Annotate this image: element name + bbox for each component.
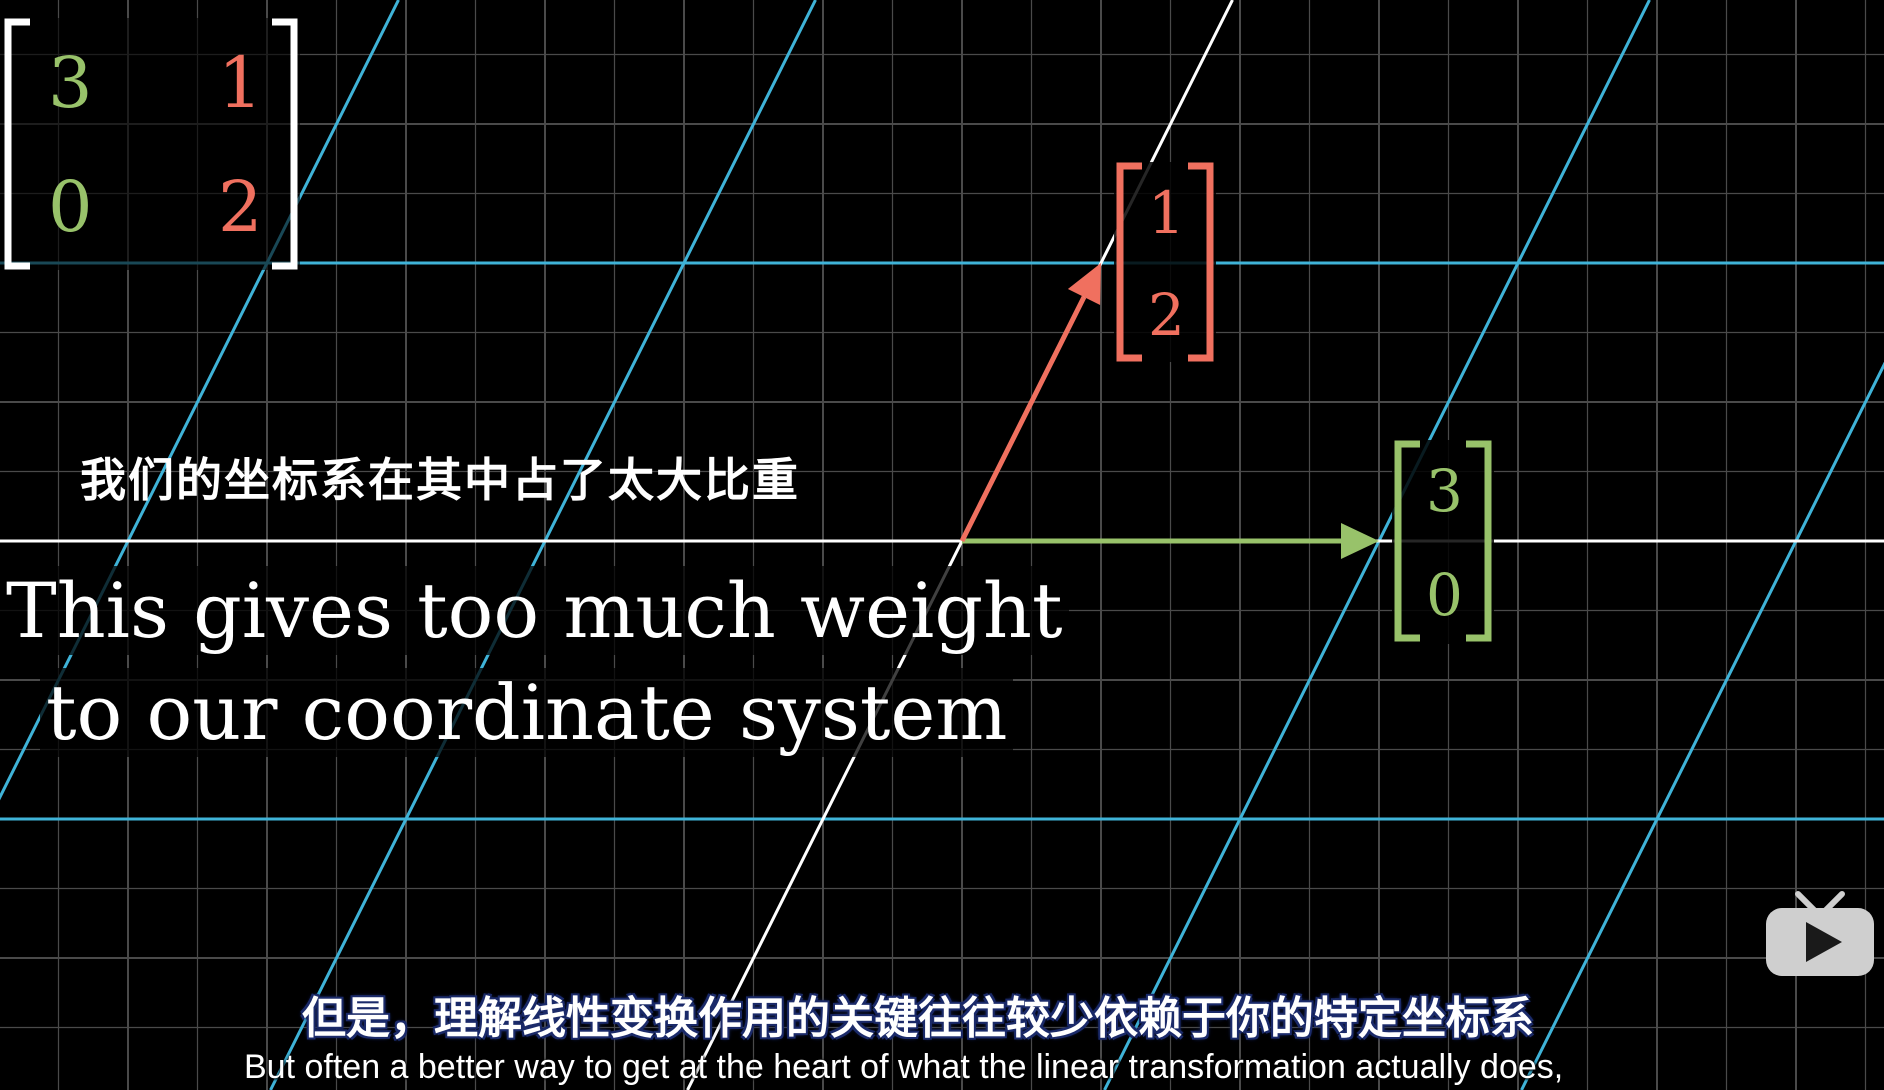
transformed-grid-line-slanted: [269, 0, 817, 1090]
vector-i-bottom: 0: [1426, 561, 1463, 629]
matrix-entry-a12: 1: [218, 42, 263, 124]
matrix-entry-a22: 2: [218, 166, 263, 248]
caption-english-line1: This gives too much weight: [0, 566, 1069, 655]
vector-j-top: 1: [1148, 179, 1185, 247]
video-frame[interactable]: 3 1 0 2 1 2 3 0 我们的坐标系在其中占了太大比重 This giv…: [0, 0, 1884, 1090]
vector-j-bottom: 2: [1148, 281, 1185, 349]
matrix-entry-a11: 3: [48, 42, 93, 124]
matrix-entry-a21: 0: [48, 166, 93, 248]
vector-i-top: 3: [1426, 457, 1463, 525]
tv-play-icon[interactable]: [1762, 890, 1878, 980]
caption-english-line2: to our coordinate system: [40, 668, 1014, 757]
subtitle-english: But often a better way to get at the hea…: [244, 1048, 1564, 1086]
subtitle-chinese: 但是，理解线性变换作用的关键往往较少依赖于你的特定坐标系: [302, 993, 1534, 1044]
vector-j-arrow-shaft: [959, 295, 1087, 543]
grid-scene: [0, 0, 1884, 1090]
caption-chinese: 我们的坐标系在其中占了太大比重: [80, 453, 800, 507]
